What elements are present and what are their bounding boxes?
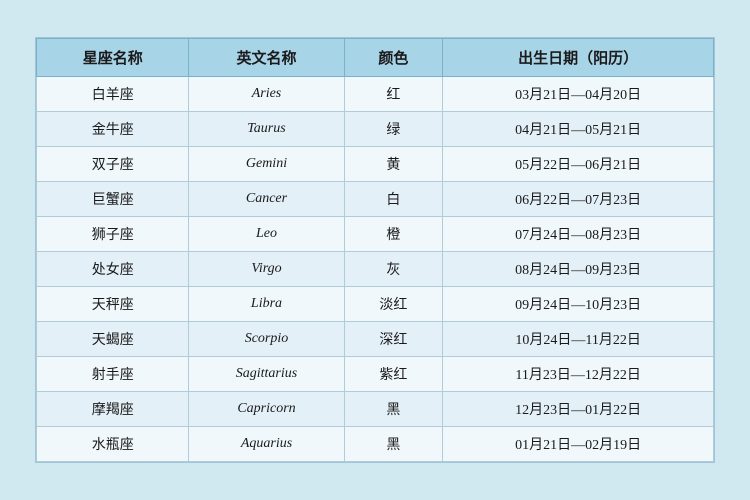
cell-english-name: Virgo: [189, 252, 344, 287]
cell-chinese-name: 狮子座: [37, 217, 189, 252]
table-body: 白羊座Aries红03月21日—04月20日金牛座Taurus绿04月21日—0…: [37, 77, 714, 462]
cell-chinese-name: 天秤座: [37, 287, 189, 322]
cell-chinese-name: 双子座: [37, 147, 189, 182]
table-row: 天秤座Libra淡红09月24日—10月23日: [37, 287, 714, 322]
cell-dates: 11月23日—12月22日: [443, 357, 714, 392]
table-row: 巨蟹座Cancer白06月22日—07月23日: [37, 182, 714, 217]
cell-dates: 05月22日—06月21日: [443, 147, 714, 182]
cell-color: 深红: [344, 322, 443, 357]
header-dates: 出生日期（阳历）: [443, 39, 714, 77]
cell-dates: 08月24日—09月23日: [443, 252, 714, 287]
cell-dates: 09月24日—10月23日: [443, 287, 714, 322]
cell-chinese-name: 天蝎座: [37, 322, 189, 357]
cell-english-name: Taurus: [189, 112, 344, 147]
header-color: 颜色: [344, 39, 443, 77]
cell-chinese-name: 巨蟹座: [37, 182, 189, 217]
cell-dates: 04月21日—05月21日: [443, 112, 714, 147]
cell-color: 白: [344, 182, 443, 217]
cell-chinese-name: 金牛座: [37, 112, 189, 147]
table-row: 射手座Sagittarius紫红11月23日—12月22日: [37, 357, 714, 392]
cell-english-name: Scorpio: [189, 322, 344, 357]
cell-color: 黑: [344, 427, 443, 462]
cell-english-name: Gemini: [189, 147, 344, 182]
table-row: 水瓶座Aquarius黑01月21日—02月19日: [37, 427, 714, 462]
cell-color: 黑: [344, 392, 443, 427]
cell-english-name: Sagittarius: [189, 357, 344, 392]
cell-english-name: Aries: [189, 77, 344, 112]
cell-chinese-name: 白羊座: [37, 77, 189, 112]
table-row: 狮子座Leo橙07月24日—08月23日: [37, 217, 714, 252]
cell-chinese-name: 处女座: [37, 252, 189, 287]
cell-english-name: Aquarius: [189, 427, 344, 462]
table-row: 白羊座Aries红03月21日—04月20日: [37, 77, 714, 112]
cell-chinese-name: 摩羯座: [37, 392, 189, 427]
cell-color: 黄: [344, 147, 443, 182]
cell-color: 灰: [344, 252, 443, 287]
header-chinese-name: 星座名称: [37, 39, 189, 77]
table-row: 天蝎座Scorpio深红10月24日—11月22日: [37, 322, 714, 357]
cell-english-name: Libra: [189, 287, 344, 322]
cell-english-name: Leo: [189, 217, 344, 252]
cell-dates: 06月22日—07月23日: [443, 182, 714, 217]
cell-english-name: Capricorn: [189, 392, 344, 427]
table-row: 金牛座Taurus绿04月21日—05月21日: [37, 112, 714, 147]
table-row: 双子座Gemini黄05月22日—06月21日: [37, 147, 714, 182]
cell-color: 橙: [344, 217, 443, 252]
cell-color: 红: [344, 77, 443, 112]
cell-dates: 10月24日—11月22日: [443, 322, 714, 357]
cell-english-name: Cancer: [189, 182, 344, 217]
table-header-row: 星座名称 英文名称 颜色 出生日期（阳历）: [37, 39, 714, 77]
zodiac-table: 星座名称 英文名称 颜色 出生日期（阳历） 白羊座Aries红03月21日—04…: [36, 38, 714, 462]
cell-color: 紫红: [344, 357, 443, 392]
zodiac-table-container: 星座名称 英文名称 颜色 出生日期（阳历） 白羊座Aries红03月21日—04…: [35, 37, 715, 463]
table-row: 摩羯座Capricorn黑12月23日—01月22日: [37, 392, 714, 427]
table-row: 处女座Virgo灰08月24日—09月23日: [37, 252, 714, 287]
cell-dates: 01月21日—02月19日: [443, 427, 714, 462]
cell-dates: 03月21日—04月20日: [443, 77, 714, 112]
cell-dates: 12月23日—01月22日: [443, 392, 714, 427]
cell-color: 淡红: [344, 287, 443, 322]
header-english-name: 英文名称: [189, 39, 344, 77]
cell-color: 绿: [344, 112, 443, 147]
cell-chinese-name: 射手座: [37, 357, 189, 392]
cell-chinese-name: 水瓶座: [37, 427, 189, 462]
cell-dates: 07月24日—08月23日: [443, 217, 714, 252]
